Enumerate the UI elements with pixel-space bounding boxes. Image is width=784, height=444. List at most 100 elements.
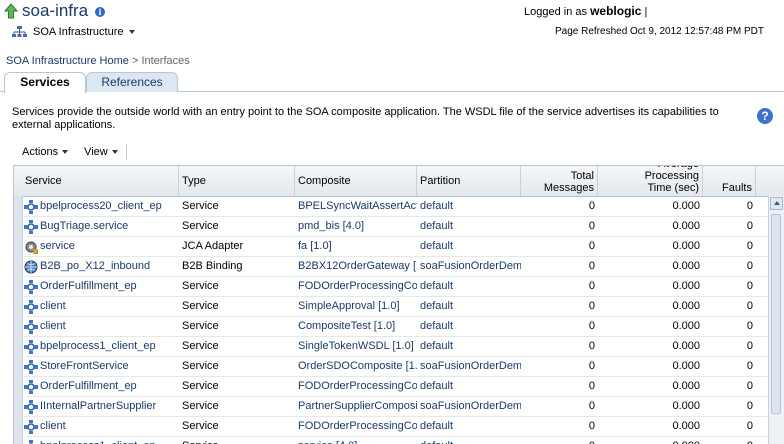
column-header-faults[interactable]: Faults [703,166,756,196]
cell-composite[interactable]: B2BX12OrderGateway [1.0] [295,257,417,276]
service-link[interactable]: service [40,237,75,256]
vertical-scrollbar[interactable] [768,196,784,444]
service-link[interactable]: bpelprocess20_client_ep [40,197,162,216]
cell-partition[interactable]: default [417,297,521,316]
cell-partition[interactable]: default [417,277,521,296]
cell-service[interactable]: client [23,417,179,436]
cell-service[interactable]: client [23,297,179,316]
cell-partition[interactable]: soaFusionOrderDemo [417,397,521,416]
web-service-icon [24,220,38,234]
table-row[interactable]: IInternalPartnerSupplier ServicePartnerSu… [14,397,784,417]
cell-service[interactable]: service [23,237,179,256]
cell-partition[interactable]: default [417,317,521,336]
cell-service[interactable]: BugTriage.service [23,217,179,236]
cell-faults: 0 [703,317,756,336]
cell-partition[interactable]: default [417,197,521,216]
cell-composite[interactable]: SimpleApproval [1.0] [295,297,417,316]
service-link[interactable]: client [40,297,66,316]
chevron-down-icon [62,150,68,154]
info-icon[interactable]: i [95,7,105,17]
service-link[interactable]: B2B_po_X12_inbound [40,257,150,276]
cell-service[interactable]: OrderFulfillment_ep [23,277,179,296]
cell-composite[interactable]: PartnerSupplierComposite [295,397,417,416]
service-link[interactable]: OrderFulfillment_ep [40,377,137,396]
cell-partition[interactable]: soaFusionOrderDemo [417,257,521,276]
table-row[interactable]: bpelprocess1_client_epServiceSingleToken… [14,337,784,357]
table-row[interactable]: client ServiceFODOrderProcessingComposite… [14,417,784,437]
soa-infrastructure-icon [12,26,27,38]
cell-partition[interactable]: default [417,337,521,356]
cell-composite[interactable]: FODOrderProcessingComposite [295,277,417,296]
column-header-service[interactable]: Service [14,166,179,196]
table-row[interactable]: BugTriage.service Servicepmd_bis [4.0]def… [14,217,784,237]
cell-service[interactable]: OrderFulfillment_ep [23,377,179,396]
user-separator: | [644,6,647,18]
cell-avg: 0.000 [598,317,703,336]
breadcrumb-home-link[interactable]: SOA Infrastructure Home [6,55,129,67]
cell-type: Service [179,417,295,436]
service-link[interactable]: client [40,417,66,436]
scroll-up-button[interactable] [770,197,783,210]
column-header-avg-processing-time[interactable]: Average ProcessingTime (sec) [598,166,703,196]
cell-service[interactable]: bpelprocess20_client_ep [23,197,179,216]
table-row[interactable]: OrderFulfillment_epServiceFODOrderProces… [14,277,784,297]
cell-partition[interactable]: default [417,237,521,256]
app-title: soa-infra [22,1,88,21]
table-row[interactable]: StoreFrontServiceServiceOrderSDOComposit… [14,357,784,377]
table-row[interactable]: clientServiceCompositeTest [1.0]default0… [14,317,784,337]
cell-composite[interactable]: BPELSyncWaitAssertActivity [295,197,417,216]
soa-infrastructure-menu[interactable]: SOA Infrastructure [12,24,135,40]
cell-faults: 0 [703,237,756,256]
web-service-icon [24,440,38,444]
tab-services[interactable]: Services [4,72,86,93]
cell-avg: 0.000 [598,197,703,216]
cell-service[interactable]: bpelprocess1_client_ep [23,337,179,356]
table-row[interactable]: bpelprocess20_client_epServiceBPELSyncWa… [14,197,784,217]
cell-service[interactable]: client [23,317,179,336]
username[interactable]: weblogic [590,4,641,18]
column-header-composite[interactable]: Composite [295,166,417,196]
column-header-total-messages[interactable]: TotalMessages [521,166,598,196]
up-arrow-icon[interactable] [4,3,18,19]
cell-partition[interactable]: soaFusionOrderDemo [417,357,521,376]
cell-partition[interactable]: default [417,217,521,236]
service-link[interactable]: bpelprocess1_client_ep [40,337,156,356]
cell-type: B2B Binding [179,257,295,276]
actions-menu[interactable]: Actions [14,146,76,158]
cell-service[interactable]: IInternalPartnerSupplier [23,397,179,416]
cell-composite[interactable]: CompositeTest [1.0] [295,317,417,336]
tab-references[interactable]: References [86,72,178,92]
web-service-icon [24,360,38,374]
cell-composite[interactable]: pmd_bis [4.0] [295,217,417,236]
cell-composite[interactable]: OrderSDOComposite [1.0] [295,357,417,376]
table-row[interactable]: serviceJCA Adapterfa [1.0]default00.0000 [14,237,784,257]
table-row[interactable]: clientServiceSimpleApproval [1.0]default… [14,297,784,317]
cell-type: Service [179,217,295,236]
cell-type: Service [179,397,295,416]
service-link[interactable]: client [40,317,66,336]
scrollbar-thumb[interactable] [771,214,781,414]
cell-composite[interactable]: fa [1.0] [295,237,417,256]
service-link[interactable]: StoreFrontService [40,357,129,376]
cell-service[interactable]: B2B_po_X12_inbound [23,257,179,276]
view-menu[interactable]: View [76,146,126,158]
cell-composite[interactable]: SingleTokenWSDL [1.0] [295,337,417,356]
column-header-type[interactable]: Type [179,166,295,196]
cell-total: 0 [521,357,598,376]
cell-composite[interactable]: FODOrderProcessingComposite [295,417,417,436]
table-row[interactable]: B2B_po_X12_inbound B2B BindingB2BX12Order… [14,257,784,277]
cell-service[interactable]: StoreFrontService [23,357,179,376]
cell-composite[interactable]: FODOrderProcessingComposite [295,377,417,396]
column-header-partition[interactable]: Partition [417,166,521,196]
cell-partition[interactable]: default [417,377,521,396]
cell-faults: 0 [703,257,756,276]
service-link[interactable]: IInternalPartnerSupplier [40,397,156,416]
cell-partition[interactable]: default [417,417,521,436]
cell-faults: 0 [703,417,756,436]
service-link[interactable]: BugTriage.service [40,217,128,236]
cell-total: 0 [521,297,598,316]
table-row[interactable]: OrderFulfillment_epServiceFODOrderProces… [14,377,784,397]
help-icon[interactable]: ? [757,108,773,124]
service-link[interactable]: OrderFulfillment_ep [40,277,137,296]
chevron-down-icon [112,150,118,154]
